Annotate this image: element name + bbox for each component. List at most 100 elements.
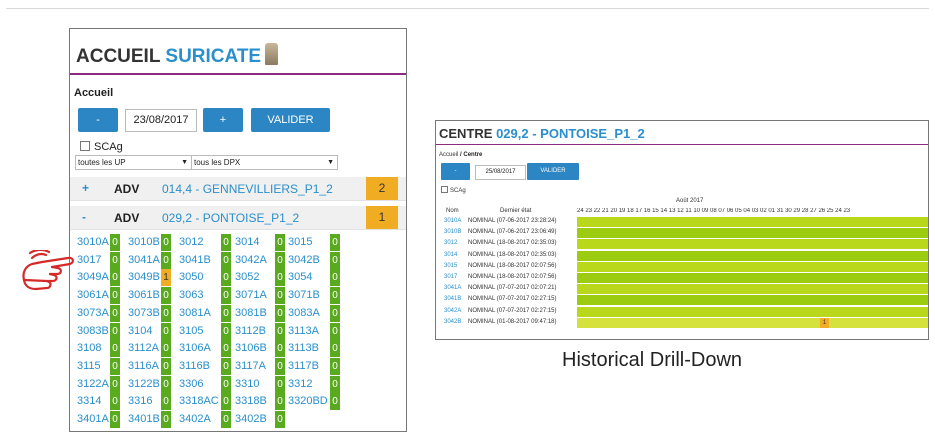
equipment-cell[interactable]: 3081B 0 — [235, 304, 287, 322]
equipment-cell[interactable]: 3073B 0 — [128, 304, 180, 322]
equipment-link[interactable]: 3015 — [444, 263, 457, 269]
equipment-code[interactable]: 3049A — [77, 271, 109, 283]
equipment-cell[interactable]: 3010B 0 — [128, 234, 180, 251]
date-minus-button[interactable]: - — [78, 108, 118, 132]
equipment-link[interactable]: 3010B — [444, 229, 461, 235]
equipment-cell[interactable]: 3312 0 — [288, 375, 340, 393]
equipment-code[interactable]: 3104 — [128, 325, 152, 337]
equipment-cell[interactable]: 3316 0 — [128, 393, 180, 411]
equipment-cell[interactable]: 3112B 0 — [235, 322, 287, 340]
equipment-code[interactable]: 3310 — [235, 378, 259, 390]
equipment-cell[interactable]: 3017 0 — [77, 251, 129, 269]
scag-checkbox[interactable]: SCAg — [441, 186, 466, 194]
history-timeline[interactable] — [577, 284, 928, 295]
equipment-cell[interactable]: 3122B 0 — [128, 375, 180, 393]
equipment-cell[interactable]: 3314 0 — [77, 393, 129, 411]
equipment-code[interactable]: 3117A — [235, 360, 266, 372]
equipment-code[interactable]: 3401B — [128, 413, 160, 425]
site-link[interactable]: 014,4 - GENNEVILLIERS_P1_2 — [162, 182, 333, 196]
equipment-code[interactable]: 3042A — [235, 254, 267, 266]
equipment-code[interactable]: 3116B — [179, 360, 210, 372]
equipment-cell[interactable]: 3083B 0 — [77, 322, 129, 340]
equipment-cell[interactable]: 3073A 0 — [77, 304, 129, 322]
equipment-code[interactable]: 3112B — [235, 325, 266, 337]
equipment-cell[interactable]: 3113A 0 — [288, 322, 340, 340]
up-select[interactable]: toutes les UP ▼ — [75, 155, 192, 170]
equipment-link[interactable]: 3042B — [444, 319, 461, 325]
history-timeline[interactable] — [577, 217, 928, 227]
equipment-cell[interactable]: 3318AC 0 — [179, 393, 231, 411]
equipment-cell[interactable]: 3050 0 — [179, 269, 231, 287]
checkbox-box[interactable] — [441, 186, 448, 193]
equipment-cell[interactable]: 3105 0 — [179, 322, 231, 340]
equipment-code[interactable]: 3318B — [235, 395, 267, 407]
date-plus-button[interactable]: + — [203, 108, 243, 132]
equipment-code[interactable]: 3081A — [179, 307, 211, 319]
valider-button[interactable]: VALIDER — [527, 163, 579, 180]
history-timeline[interactable] — [577, 273, 928, 283]
date-input[interactable]: 25/08/2017 — [475, 165, 526, 180]
adv-row-pontoise[interactable]: - ADV 029,2 - PONTOISE_P1_2 1 — [70, 206, 406, 230]
site-link[interactable]: 029,2 - PONTOISE_P1_2 — [162, 211, 299, 225]
equipment-cell[interactable]: 3052 0 — [235, 269, 287, 287]
equipment-cell[interactable]: 3042B 0 — [288, 251, 340, 269]
dpx-select[interactable]: tous les DPX ▼ — [191, 155, 338, 170]
equipment-cell[interactable]: 3010A 0 — [77, 234, 129, 251]
equipment-code[interactable]: 3042B — [288, 254, 320, 266]
equipment-code[interactable]: 3012 — [179, 236, 203, 248]
expand-icon[interactable]: + — [82, 181, 89, 195]
equipment-cell[interactable]: 3318B 0 — [235, 393, 287, 411]
equipment-code[interactable]: 3108 — [77, 342, 101, 354]
equipment-cell[interactable]: 3015 0 — [288, 234, 340, 251]
valider-button[interactable]: VALIDER — [251, 108, 330, 132]
equipment-code[interactable]: 3010A — [77, 236, 109, 248]
equipment-cell[interactable]: 3106A 0 — [179, 340, 231, 358]
equipment-code[interactable]: 3106B — [235, 342, 267, 354]
equipment-link[interactable]: 3010A — [444, 218, 461, 224]
equipment-cell[interactable]: 3122A 0 — [77, 375, 129, 393]
date-minus-button[interactable]: - — [441, 163, 470, 180]
history-timeline[interactable] — [577, 250, 928, 261]
equipment-cell[interactable]: 3054 0 — [288, 269, 340, 287]
equipment-code[interactable]: 3015 — [288, 236, 312, 248]
equipment-cell[interactable]: 3402B 0 — [235, 411, 287, 428]
equipment-code[interactable]: 3112A — [128, 342, 159, 354]
equipment-code[interactable]: 3117B — [288, 360, 319, 372]
equipment-code[interactable]: 3041A — [128, 254, 160, 266]
equipment-link[interactable]: 3041A — [444, 285, 461, 291]
equipment-cell[interactable]: 3106B 0 — [235, 340, 287, 358]
equipment-cell[interactable]: 3063 0 — [179, 287, 231, 305]
equipment-cell[interactable]: 3061A 0 — [77, 287, 129, 305]
equipment-code[interactable]: 3314 — [77, 395, 101, 407]
equipment-cell[interactable]: 3042A 0 — [235, 251, 287, 269]
equipment-code[interactable]: 3316 — [128, 395, 152, 407]
equipment-link[interactable]: 3042A — [444, 308, 461, 314]
equipment-code[interactable]: 3050 — [179, 271, 203, 283]
equipment-code[interactable]: 3312 — [288, 378, 312, 390]
equipment-link[interactable]: 3012 — [444, 240, 457, 246]
equipment-cell[interactable]: 3071B 0 — [288, 287, 340, 305]
date-input[interactable]: 23/08/2017 — [125, 109, 197, 132]
equipment-code[interactable]: 3049B — [128, 271, 160, 283]
equipment-code[interactable]: 3122A — [77, 378, 109, 390]
equipment-code[interactable]: 3014 — [235, 236, 259, 248]
equipment-code[interactable]: 3063 — [179, 289, 203, 301]
equipment-cell[interactable]: 3112A 0 — [128, 340, 180, 358]
history-timeline[interactable] — [577, 239, 928, 250]
history-timeline[interactable] — [577, 261, 928, 272]
equipment-cell[interactable]: 3320BD 0 — [288, 393, 340, 411]
equipment-code[interactable]: 3081B — [235, 307, 267, 319]
equipment-cell[interactable]: 3049A 0 — [77, 269, 129, 287]
equipment-code[interactable]: 3318AC — [179, 395, 219, 407]
equipment-code[interactable]: 3402B — [235, 413, 267, 425]
equipment-code[interactable]: 3116A — [128, 360, 159, 372]
equipment-code[interactable]: 3017 — [77, 254, 101, 266]
equipment-cell[interactable]: 3116B 0 — [179, 357, 231, 375]
equipment-code[interactable]: 3306 — [179, 378, 203, 390]
scag-checkbox[interactable]: SCAg — [80, 141, 123, 153]
equipment-code[interactable]: 3061A — [77, 289, 109, 301]
equipment-code[interactable]: 3401A — [77, 413, 109, 425]
equipment-code[interactable]: 3071B — [288, 289, 320, 301]
equipment-code[interactable]: 3073B — [128, 307, 160, 319]
checkbox-box[interactable] — [80, 141, 90, 151]
